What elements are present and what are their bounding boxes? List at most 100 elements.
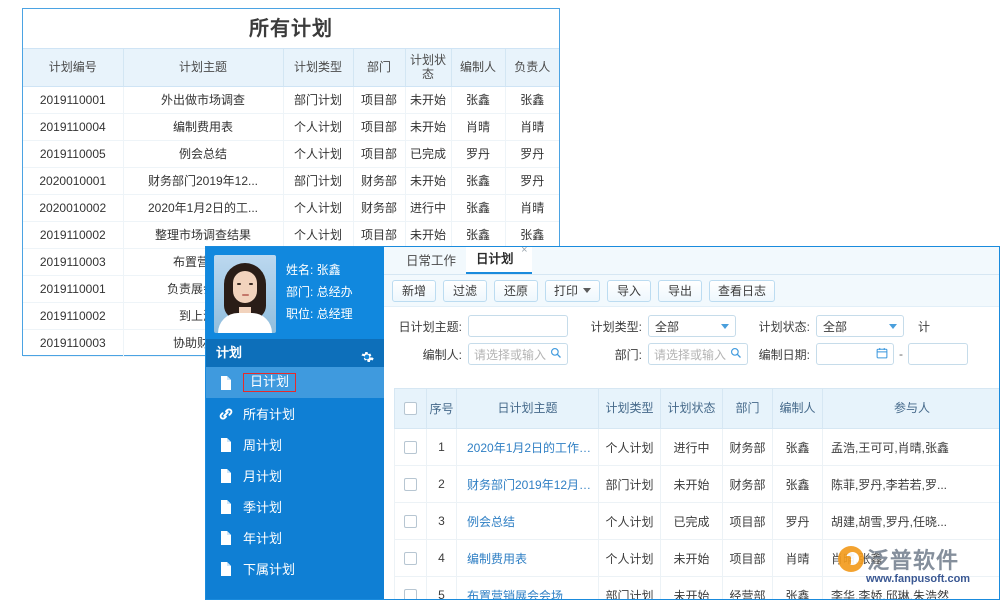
grid-col-subject[interactable]: 日计划主题	[457, 389, 599, 429]
row-subject[interactable]: 编制费用表	[457, 540, 599, 577]
table-cell: 张鑫	[451, 167, 505, 194]
row-subject[interactable]: 布置营销展会会场	[457, 577, 599, 600]
sidebar-item-2[interactable]: 周计划	[206, 429, 384, 460]
table-row[interactable]: 2019110005例会总结个人计划项目部已完成罗丹罗丹	[23, 140, 559, 167]
grid-col-author[interactable]: 编制人	[773, 389, 823, 429]
row-index: 4	[427, 540, 457, 577]
table-row[interactable]: 3例会总结个人计划已完成项目部罗丹胡建,胡雪,罗丹,任晓...	[395, 503, 1000, 540]
filter-status-select[interactable]: 全部	[816, 315, 904, 337]
gear-icon[interactable]	[360, 346, 374, 360]
toolbar-button-4[interactable]: 导入	[607, 280, 651, 302]
row-index: 2	[427, 466, 457, 503]
filter-department-input[interactable]: 请选择或输入	[648, 343, 748, 365]
table-cell: 个人计划	[283, 140, 353, 167]
col-owner[interactable]: 负责人	[505, 49, 559, 86]
search-icon[interactable]	[730, 347, 742, 362]
filter-date-to[interactable]	[908, 343, 968, 365]
toolbar-button-1[interactable]: 过滤	[443, 280, 487, 302]
chevron-down-icon	[583, 288, 591, 293]
table-cell: 部门计划	[283, 167, 353, 194]
filter-subject-input[interactable]	[468, 315, 568, 337]
sidebar-item-6[interactable]: 下属计划	[206, 553, 384, 584]
search-icon[interactable]	[550, 347, 562, 362]
close-icon[interactable]: ×	[521, 246, 527, 256]
table-cell: 财务部	[353, 167, 405, 194]
row-members: 胡建,胡雪,罗丹,任晓...	[823, 503, 1000, 540]
grid-col-type[interactable]: 计划类型	[599, 389, 661, 429]
select-all-checkbox[interactable]	[404, 402, 417, 415]
table-cell: 个人计划	[283, 113, 353, 140]
table-row[interactable]: 2019110002整理市场调查结果个人计划项目部未开始张鑫张鑫	[23, 221, 559, 248]
row-checkbox[interactable]	[404, 589, 417, 599]
main-panel: 日常工作 日计划 × 新增过滤还原打印 导入导出查看日志 日计划主题: 计划类型:…	[384, 247, 1000, 599]
table-row[interactable]: 2财务部门2019年12月的...部门计划未开始财务部张鑫陈菲,罗丹,李若若,罗…	[395, 466, 1000, 503]
row-members: 孟浩,王可可,肖晴,张鑫	[823, 429, 1000, 466]
row-checkbox-cell[interactable]	[395, 503, 427, 540]
row-checkbox[interactable]	[404, 515, 417, 528]
tab-day-plan[interactable]: 日计划 ×	[466, 246, 532, 274]
table-row[interactable]: 2019110001外出做市场调查部门计划项目部未开始张鑫张鑫	[23, 86, 559, 113]
filter-type-value: 全部	[655, 318, 679, 335]
row-checkbox-cell[interactable]	[395, 540, 427, 577]
table-cell: 张鑫	[451, 194, 505, 221]
grid-col-index[interactable]: 序号	[427, 389, 457, 429]
table-cell: 2019110001	[23, 275, 123, 302]
toolbar-button-label: 打印	[554, 282, 578, 299]
grid-col-members[interactable]: 参与人	[823, 389, 1000, 429]
grid-col-status[interactable]: 计划状态	[661, 389, 723, 429]
grid-select-all-cell[interactable]	[395, 389, 427, 429]
filter-type-select[interactable]: 全部	[648, 315, 736, 337]
row-checkbox[interactable]	[404, 441, 417, 454]
table-cell: 2020010002	[23, 194, 123, 221]
filter-author-placeholder: 请选择或输入	[474, 346, 546, 363]
row-subject[interactable]: 2020年1月2日的工作日...	[457, 429, 599, 466]
calendar-icon[interactable]	[876, 347, 888, 362]
toolbar-button-3[interactable]: 打印	[545, 280, 600, 302]
row-status: 进行中	[661, 429, 723, 466]
tab-daily-work[interactable]: 日常工作	[396, 246, 466, 274]
col-plan-status[interactable]: 计划状态	[405, 49, 451, 86]
grid-col-department[interactable]: 部门	[723, 389, 773, 429]
profile-name: 姓名: 张鑫	[286, 259, 353, 281]
row-checkbox-cell[interactable]	[395, 466, 427, 503]
toolbar-button-2[interactable]: 还原	[494, 280, 538, 302]
day-plan-grid: 序号 日计划主题 计划类型 计划状态 部门 编制人 参与人 12020年1月2日…	[394, 388, 1000, 599]
filter-author-input[interactable]: 请选择或输入	[468, 343, 568, 365]
row-checkbox[interactable]	[404, 478, 417, 491]
sidebar-item-4[interactable]: 季计划	[206, 491, 384, 522]
toolbar-button-label: 导出	[668, 282, 692, 299]
col-plan-type[interactable]: 计划类型	[283, 49, 353, 86]
row-subject[interactable]: 财务部门2019年12月的...	[457, 466, 599, 503]
col-plan-subject[interactable]: 计划主题	[123, 49, 283, 86]
sidebar-item-0[interactable]: 日计划	[206, 367, 384, 398]
table-cell: 财务部	[353, 194, 405, 221]
row-checkbox-cell[interactable]	[395, 429, 427, 466]
sidebar-item-3[interactable]: 月计划	[206, 460, 384, 491]
table-row[interactable]: 2019110004编制费用表个人计划项目部未开始肖晴肖晴	[23, 113, 559, 140]
table-row[interactable]: 12020年1月2日的工作日...个人计划进行中财务部张鑫孟浩,王可可,肖晴,张…	[395, 429, 1000, 466]
col-plan-no[interactable]: 计划编号	[23, 49, 123, 86]
table-cell: 已完成	[405, 140, 451, 167]
toolbar-button-5[interactable]: 导出	[658, 280, 702, 302]
row-checkbox[interactable]	[404, 552, 417, 565]
table-cell: 张鑫	[505, 221, 559, 248]
toolbar-button-6[interactable]: 查看日志	[709, 280, 775, 302]
table-row[interactable]: 20200100022020年1月2日的工...个人计划财务部进行中张鑫肖晴	[23, 194, 559, 221]
filter-row-1: 日计划主题: 计划类型: 全部 计划状态: 全部 计	[384, 312, 1000, 340]
table-cell: 进行中	[405, 194, 451, 221]
table-row[interactable]: 5布置营销展会会场部门计划未开始经营部张鑫李华,李娇,邱琳,朱浩然	[395, 577, 1000, 600]
sidebar-item-label: 日计划	[243, 373, 296, 392]
table-cell: 2019110002	[23, 221, 123, 248]
table-cell: 肖晴	[451, 113, 505, 140]
sidebar-item-1[interactable]: 所有计划	[206, 398, 384, 429]
col-author[interactable]: 编制人	[451, 49, 505, 86]
filter-date-from[interactable]	[816, 343, 894, 365]
sidebar-item-5[interactable]: 年计划	[206, 522, 384, 553]
day-plan-window: 姓名: 张鑫 部门: 总经办 职位: 总经理 计划 日计划所有计划周计划月计划季…	[205, 246, 1000, 600]
col-department[interactable]: 部门	[353, 49, 405, 86]
table-row[interactable]: 4编制费用表个人计划未开始项目部肖晴肖晴,张鑫	[395, 540, 1000, 577]
row-checkbox-cell[interactable]	[395, 577, 427, 600]
toolbar-button-0[interactable]: 新增	[392, 280, 436, 302]
table-row[interactable]: 2020010001财务部门2019年12...部门计划财务部未开始张鑫罗丹	[23, 167, 559, 194]
row-subject[interactable]: 例会总结	[457, 503, 599, 540]
